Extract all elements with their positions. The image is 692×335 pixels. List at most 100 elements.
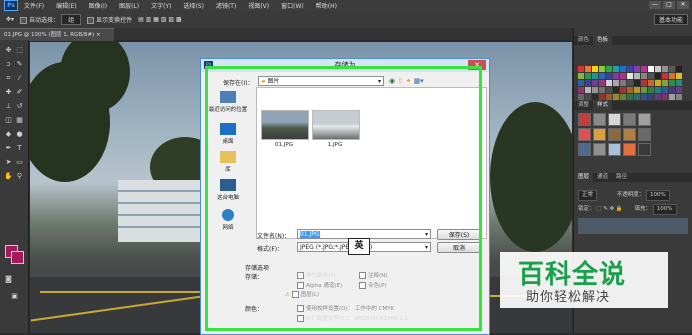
color-swatch[interactable] bbox=[578, 73, 584, 79]
style-preset[interactable] bbox=[608, 128, 621, 141]
path-select-icon[interactable]: ➤ bbox=[4, 158, 13, 167]
icc-profile-option[interactable]: ✓ ICC 配置文件(C)： sRGB IEC61966-2.1 bbox=[297, 314, 408, 322]
tab-channels[interactable]: 通道 bbox=[593, 173, 612, 182]
nav-toolbar-icons[interactable]: ◉ ⇧ ✦ ▦▾ bbox=[389, 77, 424, 85]
color-swatch[interactable] bbox=[578, 94, 584, 100]
color-swatch[interactable] bbox=[655, 87, 661, 93]
opacity-value[interactable]: 100% bbox=[646, 190, 670, 201]
show-transform-checkbox[interactable] bbox=[87, 17, 95, 24]
color-swatch[interactable] bbox=[662, 94, 668, 100]
stamp-tool-icon[interactable]: ⊥ bbox=[4, 102, 13, 111]
color-swatch[interactable] bbox=[662, 66, 668, 72]
crop-tool-icon[interactable]: ⌗ bbox=[4, 74, 13, 83]
style-preset[interactable] bbox=[578, 143, 591, 156]
gradient-tool-icon[interactable]: ▦ bbox=[15, 116, 24, 125]
maximize-button[interactable]: □ bbox=[663, 1, 675, 9]
color-swatch[interactable] bbox=[676, 87, 682, 93]
zoom-tool-icon[interactable]: ⚲ bbox=[15, 172, 24, 181]
color-swatch[interactable] bbox=[613, 73, 619, 79]
menu-file[interactable]: 文件(F) bbox=[24, 1, 44, 10]
color-swatch[interactable] bbox=[606, 73, 612, 79]
eraser-tool-icon[interactable]: ◫ bbox=[4, 116, 13, 125]
color-swatch[interactable] bbox=[648, 87, 654, 93]
auto-select-dropdown[interactable]: 组 bbox=[61, 14, 82, 25]
file-name-label[interactable]: 1.JPG bbox=[312, 142, 358, 148]
style-preset[interactable] bbox=[638, 128, 651, 141]
workspace-dropdown[interactable]: 基本功能 bbox=[653, 14, 688, 25]
color-swatch[interactable] bbox=[627, 80, 633, 86]
dodge-tool-icon[interactable]: ● bbox=[15, 130, 24, 139]
alpha-option[interactable]: Alpha 通道(E) bbox=[297, 281, 342, 289]
blend-mode-dropdown[interactable]: 正常 bbox=[578, 190, 598, 201]
menu-view[interactable]: 视图(V) bbox=[248, 1, 269, 10]
style-preset[interactable] bbox=[608, 113, 621, 126]
color-swatch[interactable] bbox=[613, 66, 619, 72]
color-swatch[interactable] bbox=[641, 73, 647, 79]
tab-swatches[interactable]: 色板 bbox=[593, 36, 613, 45]
style-preset[interactable] bbox=[638, 143, 651, 156]
cancel-button[interactable]: 取消 bbox=[437, 242, 481, 253]
alpha-checkbox[interactable] bbox=[297, 282, 304, 289]
color-swatch[interactable] bbox=[599, 94, 605, 100]
color-swatch[interactable] bbox=[627, 66, 633, 72]
color-swatch[interactable] bbox=[669, 80, 675, 86]
color-swatch[interactable] bbox=[620, 94, 626, 100]
tab-adjustments[interactable]: 调整 bbox=[574, 101, 593, 110]
color-swatch[interactable] bbox=[592, 87, 598, 93]
color-swatch[interactable] bbox=[606, 80, 612, 86]
brush-tool-icon[interactable]: ✐ bbox=[15, 88, 24, 97]
healing-brush-icon[interactable]: ✚ bbox=[4, 88, 13, 97]
hand-tool-icon[interactable]: ✋ bbox=[4, 172, 13, 181]
pen-tool-icon[interactable]: ✒ bbox=[4, 144, 13, 153]
color-swatch[interactable] bbox=[676, 66, 682, 72]
file-list[interactable]: 01.JPG 1.JPG bbox=[256, 87, 487, 239]
color-swatch[interactable] bbox=[627, 94, 633, 100]
style-preset[interactable] bbox=[638, 113, 651, 126]
style-preset[interactable] bbox=[593, 128, 606, 141]
lock-icons[interactable]: ⬚ ✎ ✥ 🔒 bbox=[596, 206, 623, 212]
style-preset[interactable] bbox=[578, 128, 591, 141]
tab-styles[interactable]: 样式 bbox=[593, 101, 613, 110]
color-swatch[interactable] bbox=[585, 66, 591, 72]
color-swatch[interactable] bbox=[578, 87, 584, 93]
style-preset[interactable] bbox=[623, 143, 636, 156]
color-swatch[interactable] bbox=[648, 73, 654, 79]
color-swatch[interactable] bbox=[606, 94, 612, 100]
style-preset[interactable] bbox=[623, 128, 636, 141]
style-preset[interactable] bbox=[608, 143, 621, 156]
background-color-swatch[interactable] bbox=[11, 251, 24, 264]
place-network[interactable]: 网络 bbox=[205, 209, 251, 231]
color-swatch[interactable] bbox=[669, 73, 675, 79]
place-recent[interactable]: 最近访问的位置 bbox=[205, 91, 251, 113]
layers-option[interactable]: ⚠ 图层(L) bbox=[285, 290, 319, 298]
color-swatch[interactable] bbox=[634, 80, 640, 86]
color-swatch[interactable] bbox=[655, 73, 661, 79]
color-swatch[interactable] bbox=[648, 94, 654, 100]
place-desktop[interactable]: 桌面 bbox=[205, 123, 251, 145]
quick-select-icon[interactable]: ✎ bbox=[15, 60, 24, 69]
menu-type[interactable]: 文字(Y) bbox=[151, 1, 171, 10]
color-swatch[interactable] bbox=[655, 80, 661, 86]
tab-paths[interactable]: 路径 bbox=[612, 173, 631, 182]
color-swatch[interactable] bbox=[669, 94, 675, 100]
spot-color-option[interactable]: 专色(P) bbox=[359, 281, 387, 289]
file-thumbnail[interactable] bbox=[312, 110, 360, 140]
color-swatch[interactable] bbox=[592, 73, 598, 79]
color-swatch[interactable] bbox=[676, 73, 682, 79]
color-swatch[interactable] bbox=[634, 66, 640, 72]
color-swatch[interactable] bbox=[585, 80, 591, 86]
history-brush-icon[interactable]: ↺ bbox=[15, 102, 24, 111]
proof-setup-checkbox[interactable] bbox=[297, 305, 304, 312]
menu-edit[interactable]: 编辑(E) bbox=[56, 1, 76, 10]
quick-mask-icon[interactable]: ◙ bbox=[4, 275, 13, 284]
style-preset[interactable] bbox=[593, 143, 606, 156]
menu-image[interactable]: 图像(I) bbox=[89, 1, 107, 10]
shape-tool-icon[interactable]: ▭ bbox=[15, 158, 24, 167]
align-icons[interactable]: ▤ ▥ ▦ ▧ ▨ ▩ bbox=[138, 16, 182, 23]
color-swatch[interactable] bbox=[592, 94, 598, 100]
menu-layer[interactable]: 图层(L) bbox=[119, 1, 139, 10]
as-copy-option[interactable]: ✓ 作为副本(Y) bbox=[297, 271, 336, 279]
color-swatch[interactable] bbox=[641, 94, 647, 100]
place-libraries[interactable]: 库 bbox=[205, 151, 251, 173]
style-preset[interactable] bbox=[593, 113, 606, 126]
